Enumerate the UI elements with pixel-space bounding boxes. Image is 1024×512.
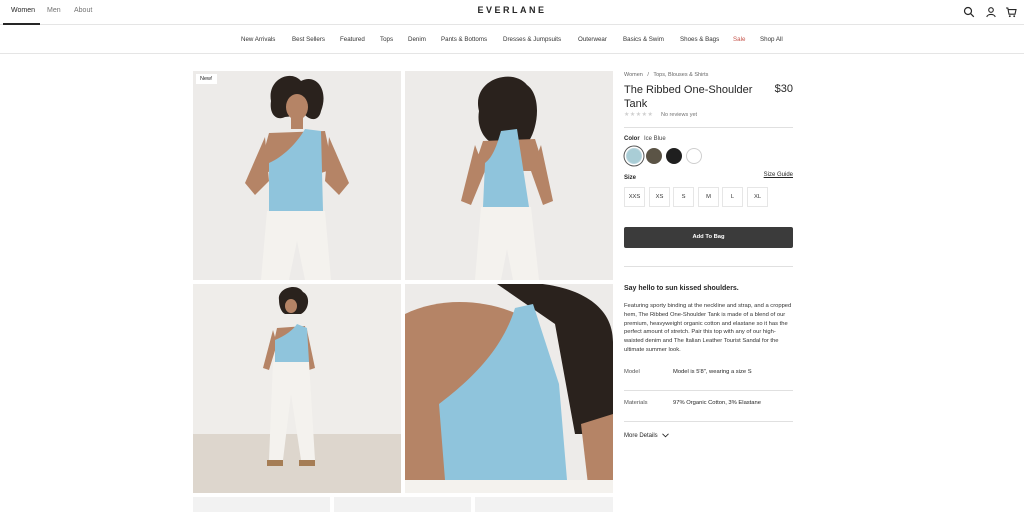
product-photo-full-body[interactable] (193, 284, 401, 493)
reviews-count[interactable]: No reviews yet (661, 112, 697, 118)
product-description: Featuring sporty binding at the neckline… (624, 303, 792, 353)
size-xl[interactable]: XL (747, 187, 768, 207)
cat-outerwear[interactable]: Outerwear (578, 36, 607, 43)
divider (624, 390, 793, 391)
size-guide-link[interactable]: Size Guide (764, 172, 793, 178)
everlane-logo[interactable]: EVERLANE (0, 5, 1024, 15)
search-icon[interactable] (963, 6, 975, 18)
account-icon[interactable] (985, 6, 997, 18)
size-l[interactable]: L (722, 187, 743, 207)
spec-materials-label: Materials (624, 400, 648, 406)
product-headline: Say hello to sun kissed shoulders. (624, 285, 739, 292)
more-details-label: More Details (624, 433, 658, 440)
rating-stars: ★★★★★ (624, 112, 654, 118)
product-photo-front[interactable]: New! (193, 71, 401, 280)
swatch-olive[interactable] (646, 148, 662, 164)
color-label: Color (624, 136, 640, 142)
chevron-down-icon (662, 433, 670, 438)
cat-denim[interactable]: Denim (408, 36, 426, 43)
breadcrumb-women[interactable]: Women (624, 72, 643, 78)
gallery-thumbnail[interactable] (334, 497, 471, 512)
cart-icon[interactable] (1005, 6, 1017, 18)
size-label: Size (624, 175, 637, 181)
cat-shop-all[interactable]: Shop All (760, 36, 783, 43)
spec-model-label: Model (624, 369, 640, 375)
spec-model-value: Model is 5'8", wearing a size S (673, 369, 752, 375)
breadcrumb-separator: / (647, 72, 649, 78)
cat-basics-swim[interactable]: Basics & Swim (623, 36, 664, 43)
cat-sale[interactable]: Sale (733, 36, 745, 43)
product-photo-closeup[interactable] (405, 284, 613, 493)
divider (624, 266, 793, 267)
product-photo-back[interactable] (405, 71, 613, 280)
category-nav: New Arrivals Best Sellers Featured Tops … (0, 25, 1024, 54)
gallery-thumbnail[interactable] (193, 497, 330, 512)
cat-best-sellers[interactable]: Best Sellers (292, 36, 325, 43)
product-title: The Ribbed One-Shoulder Tank (624, 84, 753, 110)
size-xxs[interactable]: XXS (624, 187, 645, 207)
top-bar: Women Men About EVERLANE (0, 0, 1024, 25)
breadcrumb: Women / Tops, Blouses & Shirts (624, 72, 708, 78)
cat-new-arrivals[interactable]: New Arrivals (241, 36, 275, 43)
size-xs[interactable]: XS (649, 187, 670, 207)
cat-shoes-bags[interactable]: Shoes & Bags (680, 36, 719, 43)
cat-featured[interactable]: Featured (340, 36, 365, 43)
add-to-bag-button[interactable]: Add To Bag (624, 227, 793, 248)
new-badge: New! (196, 74, 217, 84)
gallery-thumbnail[interactable] (475, 497, 613, 512)
swatch-black[interactable] (666, 148, 682, 164)
divider (624, 421, 793, 422)
size-s[interactable]: S (673, 187, 694, 207)
divider (624, 127, 793, 128)
spec-materials-value: 97% Organic Cotton, 3% Elastane (673, 400, 761, 406)
swatch-white[interactable] (686, 148, 702, 164)
breadcrumb-tops[interactable]: Tops, Blouses & Shirts (653, 72, 708, 78)
cat-tops[interactable]: Tops (380, 36, 393, 43)
swatch-ice-blue[interactable] (626, 148, 642, 164)
color-value: Ice Blue (644, 136, 666, 142)
product-price: $30 (774, 83, 793, 95)
cat-dresses-jumpsuits[interactable]: Dresses & Jumpsuits (503, 36, 561, 43)
more-details-toggle[interactable]: More Details (624, 433, 670, 440)
cat-pants-bottoms[interactable]: Pants & Bottoms (441, 36, 487, 43)
size-m[interactable]: M (698, 187, 719, 207)
